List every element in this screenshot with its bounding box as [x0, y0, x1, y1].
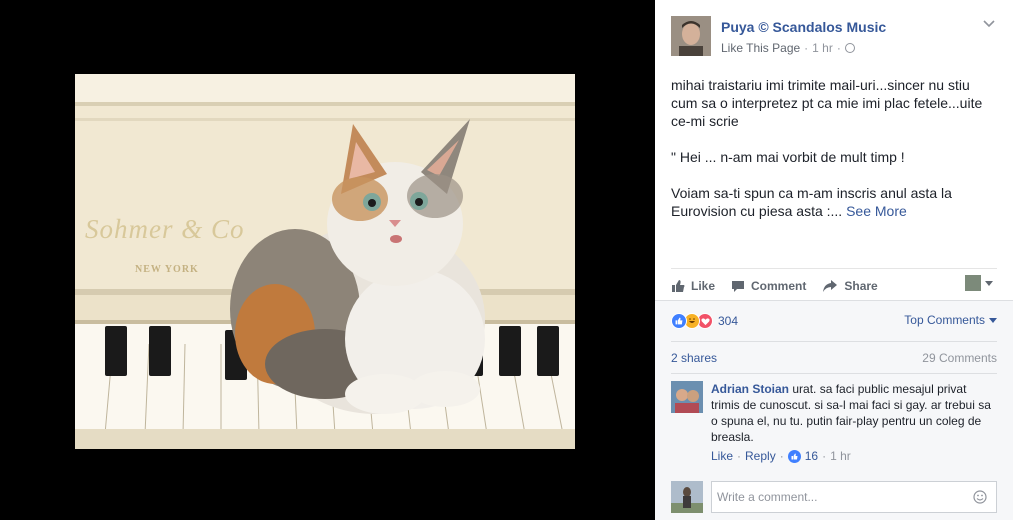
shares-link[interactable]: 2 shares — [671, 351, 717, 365]
thumbs-up-icon — [672, 279, 685, 292]
post-paragraph-1: mihai traistariu imi trimite mail-uri...… — [671, 77, 983, 129]
comment-reply-link[interactable]: Reply — [745, 449, 776, 463]
comment-composer — [671, 481, 997, 513]
page-name-link[interactable]: Puya © Scandalos Music — [721, 19, 886, 35]
shares-row: 2 shares 29 Comments — [671, 351, 997, 365]
globe-icon — [844, 43, 855, 53]
comment-label: Comment — [751, 278, 807, 293]
share-button[interactable]: Share — [822, 278, 878, 293]
comment-meta-sep-3: · — [822, 449, 827, 463]
comments-area: 304 Top Comments 2 shares 29 Comments Ad… — [655, 300, 1013, 520]
comment-author-link[interactable]: Adrian Stoian — [711, 382, 789, 396]
reactions-row: 304 Top Comments — [671, 311, 997, 331]
post-paragraph-3: Voiam sa-ti spun ca m-am inscris anul as… — [671, 184, 993, 220]
piano-city-text: NEW YORK — [135, 264, 199, 275]
divider — [671, 341, 997, 342]
like-this-page-link[interactable]: Like This Page — [721, 41, 800, 55]
emoji-icon[interactable] — [973, 490, 987, 504]
caret-down-icon — [985, 280, 993, 286]
share-icon — [823, 279, 838, 292]
see-more-link[interactable]: See More — [846, 203, 907, 219]
post-photo[interactable]: Sohmer & Co NEW YORK — [75, 74, 575, 449]
post-actions: Like Comment Share — [671, 268, 997, 300]
caret-down-icon — [989, 317, 997, 323]
comment-meta: Like · Reply · 16 · 1 hr — [711, 449, 851, 463]
comment-like-icon — [787, 449, 801, 463]
comment-body: Adrian Stoian urat. sa faci public mesaj… — [711, 381, 997, 445]
top-comments-dropdown[interactable]: Top Comments — [904, 313, 997, 327]
comment-like-count[interactable]: 16 — [805, 449, 818, 463]
post-text: mihai traistariu imi trimite mail-uri...… — [671, 76, 993, 238]
post-panel: Puya © Scandalos Music Like This Page · … — [655, 0, 1013, 520]
post-as-selector[interactable] — [965, 275, 993, 291]
like-reaction-icon[interactable] — [671, 313, 687, 329]
comment-meta-sep: · — [737, 449, 742, 463]
post-paragraph-3-text: Voiam sa-ti spun ca m-am inscris anul as… — [671, 185, 952, 219]
photo-stage: Sohmer & Co NEW YORK — [0, 0, 655, 520]
meta-separator: · — [804, 41, 809, 55]
post-paragraph-2: " Hei ... n-am mai vorbit de mult timp ! — [671, 149, 905, 165]
comment-button[interactable]: Comment — [731, 279, 806, 293]
comment-icon — [732, 280, 745, 292]
chevron-down-icon[interactable] — [983, 20, 995, 28]
comment-count-link[interactable]: 29 Comments — [922, 351, 997, 365]
divider — [671, 373, 997, 374]
comment-meta-sep-2: · — [779, 449, 784, 463]
top-comments-label: Top Comments — [904, 313, 985, 327]
comment-time[interactable]: 1 hr — [830, 449, 851, 463]
reaction-count[interactable]: 304 — [718, 314, 738, 328]
kitten-piano-image — [75, 74, 575, 449]
post-meta: Like This Page · 1 hr · — [721, 41, 855, 55]
piano-brand-text: Sohmer & Co — [85, 214, 245, 244]
commenter-avatar[interactable] — [671, 381, 703, 413]
viewer-avatar — [965, 275, 981, 291]
post-time[interactable]: 1 hr — [812, 41, 833, 55]
viewer-avatar — [671, 481, 703, 513]
meta-separator-2: · — [836, 41, 841, 55]
comment-input[interactable] — [711, 481, 997, 513]
like-button[interactable]: Like — [671, 279, 715, 293]
post-header: Puya © Scandalos Music Like This Page · … — [671, 16, 997, 60]
page-avatar[interactable] — [671, 16, 711, 56]
comment-like-link[interactable]: Like — [711, 449, 733, 463]
like-label: Like — [691, 278, 716, 293]
share-label: Share — [844, 278, 878, 293]
